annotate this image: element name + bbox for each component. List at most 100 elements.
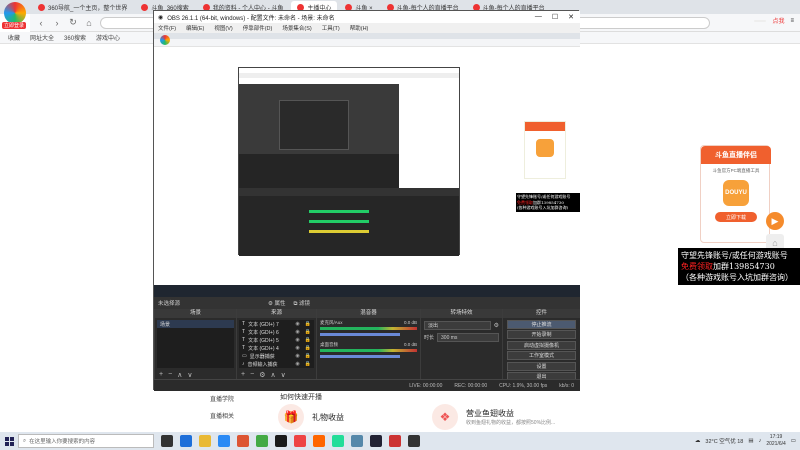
side-nav-item-related[interactable]: 直播相关 bbox=[190, 407, 260, 424]
download-button[interactable]: 立即下载 bbox=[715, 212, 757, 222]
edge-icon[interactable] bbox=[180, 435, 192, 447]
eye-icon[interactable]: ◉ bbox=[295, 361, 299, 367]
studio-mode-button[interactable]: 工作室模式 bbox=[507, 351, 576, 360]
menu-scene-collection[interactable]: 场景集合(S) bbox=[282, 24, 311, 32]
feature-gift-income[interactable]: 🎁 礼物收益 bbox=[278, 404, 344, 430]
side-nav-item-academy[interactable]: 直播学院 bbox=[190, 390, 260, 407]
obs-window: ◉ OBS 26.1.1 (64-bit, windows) - 配置文件: 未… bbox=[153, 10, 580, 391]
close-icon[interactable]: ✕ bbox=[568, 13, 574, 21]
browser-tab[interactable]: 360导航_一个主页，整个世界 bbox=[32, 1, 133, 13]
stop-streaming-button[interactable]: 停止推流 bbox=[507, 319, 576, 329]
360-browser-icon[interactable] bbox=[256, 435, 268, 447]
start-icon[interactable] bbox=[0, 432, 18, 450]
eye-icon[interactable]: ◉ bbox=[295, 321, 299, 327]
weather-icon: ☁ bbox=[694, 438, 701, 444]
obs-window-title: OBS 26.1.1 (64-bit, windows) - 配置文件: 未命名… bbox=[167, 15, 335, 22]
virtual-camera-button[interactable]: 启动虚拟摄像机 bbox=[507, 340, 576, 350]
forward-icon[interactable]: › bbox=[52, 18, 62, 28]
eye-icon[interactable]: ◉ bbox=[295, 329, 299, 335]
obs-preview-canvas[interactable]: 守望先锋账号/或任何游戏账号 免费领取加群139854730 (各种游戏账号入坑… bbox=[154, 33, 580, 297]
lock-icon[interactable]: 🔒 bbox=[305, 329, 311, 335]
source-item[interactable]: T 文本 (GDI+) 6 ◉ 🔒 bbox=[239, 328, 314, 336]
volume-slider[interactable] bbox=[320, 355, 400, 358]
lock-icon[interactable]: 🔒 bbox=[305, 345, 311, 351]
menu-docks[interactable]: 停靠部件(D) bbox=[243, 24, 273, 32]
feature-fin-income[interactable]: ❖ 营业鱼翅收益 收到鱼翅礼物的收益，都按照50%比例... bbox=[432, 404, 555, 430]
add-icon[interactable]: + bbox=[159, 371, 163, 378]
file-explorer-icon[interactable] bbox=[199, 435, 211, 447]
user-search-pill[interactable] bbox=[754, 19, 767, 22]
steam-icon[interactable] bbox=[370, 435, 382, 447]
dock-header: 场景 bbox=[155, 309, 236, 318]
up-icon[interactable]: ∧ bbox=[177, 371, 182, 379]
bookmark-item[interactable]: 360搜索 bbox=[64, 33, 86, 42]
duration-field[interactable]: 300 ms bbox=[437, 333, 499, 342]
app-icon[interactable] bbox=[294, 435, 306, 447]
text-source-icon: T bbox=[242, 321, 246, 327]
minimize-icon[interactable]: — bbox=[535, 13, 542, 21]
bookmark-item[interactable]: 收藏 bbox=[8, 33, 20, 42]
gear-icon[interactable]: ⚙ bbox=[494, 322, 499, 329]
remove-icon[interactable]: − bbox=[168, 371, 172, 378]
app-icon[interactable] bbox=[351, 435, 363, 447]
maximize-icon[interactable]: ☐ bbox=[552, 13, 558, 21]
menu-help[interactable]: 帮助(H) bbox=[350, 24, 369, 32]
gear-icon[interactable]: ⚙ bbox=[259, 371, 265, 379]
obs-icon[interactable] bbox=[275, 435, 287, 447]
source-item[interactable]: ♪ 音频输入捕获 ◉ 🔒 bbox=[239, 360, 314, 368]
properties-button[interactable]: ⚙ 属性 bbox=[268, 299, 285, 307]
scene-item[interactable]: 场景 bbox=[157, 320, 234, 328]
home-nav-icon[interactable]: ⌂ bbox=[84, 18, 94, 28]
up-icon[interactable]: ∧ bbox=[270, 371, 275, 379]
down-icon[interactable]: ∨ bbox=[187, 371, 192, 379]
search-icon: ⌕ bbox=[23, 437, 27, 444]
menu-tools[interactable]: 工具(T) bbox=[322, 24, 340, 32]
down-icon[interactable]: ∨ bbox=[281, 371, 286, 379]
volume-icon[interactable]: ♪ bbox=[759, 438, 762, 444]
browser-logo-icon[interactable] bbox=[4, 2, 26, 24]
add-icon[interactable]: + bbox=[241, 371, 245, 378]
weather-text[interactable]: 32°C 空气优 18 bbox=[705, 437, 743, 445]
bookmark-item[interactable]: 网址大全 bbox=[30, 33, 54, 42]
back-icon[interactable]: ‹ bbox=[36, 18, 46, 28]
app-icon[interactable] bbox=[389, 435, 401, 447]
menu-view[interactable]: 视图(V) bbox=[214, 24, 232, 32]
app-icon[interactable] bbox=[237, 435, 249, 447]
login-badge[interactable]: 点我 bbox=[772, 16, 784, 25]
volume-slider[interactable] bbox=[320, 333, 400, 336]
source-item[interactable]: T 文本 (GDI+) 7 ◉ 🔒 bbox=[239, 320, 314, 328]
clock[interactable]: 17:19 2021/6/4 bbox=[766, 434, 785, 448]
source-item[interactable]: ▭ 显示器捕获 ◉ 🔒 bbox=[239, 352, 314, 360]
eye-icon[interactable]: ◉ bbox=[295, 353, 299, 359]
play-icon[interactable]: ▶ bbox=[766, 212, 784, 230]
transition-select[interactable]: 淡出 bbox=[424, 321, 491, 330]
settings-button[interactable]: 设置 bbox=[507, 361, 576, 371]
eye-icon[interactable]: ◉ bbox=[295, 337, 299, 343]
nested-ad-text: 守望先锋账号/或任何游戏账号 免费领取加群139854730 (各种游戏账号入坑… bbox=[516, 193, 580, 212]
remove-icon[interactable]: − bbox=[250, 371, 254, 378]
filters-button[interactable]: ⧉ 滤镜 bbox=[294, 299, 310, 308]
menu-file[interactable]: 文件(F) bbox=[158, 24, 176, 32]
lock-icon[interactable]: 🔒 bbox=[305, 337, 311, 343]
task-view-icon[interactable] bbox=[161, 435, 173, 447]
bookmark-item[interactable]: 游戏中心 bbox=[96, 33, 120, 42]
lock-icon[interactable]: 🔒 bbox=[305, 321, 311, 327]
lock-icon[interactable]: 🔒 bbox=[305, 361, 311, 367]
lock-icon[interactable]: 🔒 bbox=[305, 353, 311, 359]
notification-icon[interactable]: ▭ bbox=[791, 438, 796, 444]
app-icon[interactable] bbox=[313, 435, 325, 447]
menu-edit[interactable]: 编辑(E) bbox=[186, 24, 204, 32]
app-icon[interactable] bbox=[408, 435, 420, 447]
refresh-icon[interactable]: ↻ bbox=[68, 17, 78, 28]
menu-icon[interactable]: ≡ bbox=[790, 18, 794, 24]
login-label[interactable]: 立即登录 bbox=[2, 22, 27, 29]
ad-line-1: 守望先锋账号/或任何游戏账号 bbox=[681, 251, 788, 260]
store-icon[interactable] bbox=[218, 435, 230, 447]
eye-icon[interactable]: ◉ bbox=[295, 345, 299, 351]
start-recording-button[interactable]: 开始录制 bbox=[507, 330, 576, 339]
taskbar-search[interactable]: ⌕ 在这里输入你要搜索的内容 bbox=[18, 434, 154, 448]
network-icon[interactable]: ▤ bbox=[748, 438, 753, 444]
wechat-icon[interactable] bbox=[332, 435, 344, 447]
source-item[interactable]: T 文本 (GDI+) 4 ◉ 🔒 bbox=[239, 344, 314, 352]
source-item[interactable]: T 文本 (GDI+) 5 ◉ 🔒 bbox=[239, 336, 314, 344]
